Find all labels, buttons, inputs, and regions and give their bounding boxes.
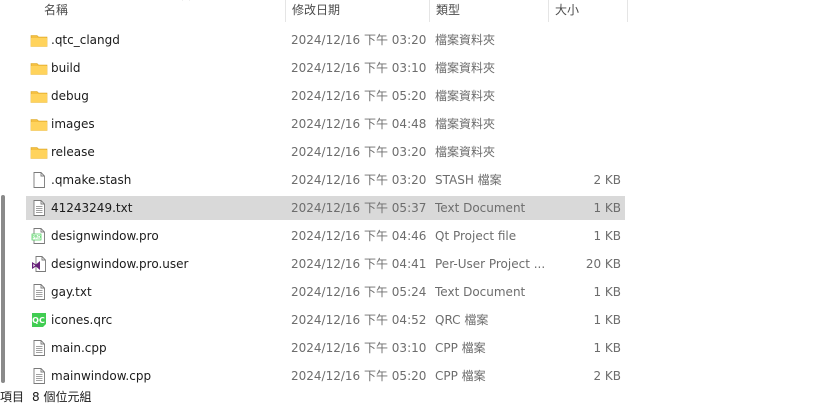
file-date-modified: 2024/12/16 下午 04:41 [291, 257, 427, 271]
file-size: 1 KB [593, 341, 621, 355]
text-file-icon [30, 339, 48, 357]
file-date-modified: 2024/12/16 下午 05:37 [291, 201, 427, 215]
file-row[interactable]: main.cpp 2024/12/16 下午 03:10 CPP 檔案 1 KB [26, 336, 625, 360]
file-name: .qtc_clangd [51, 33, 120, 47]
file-row[interactable]: release 2024/12/16 下午 03:20 檔案資料夾 [26, 140, 625, 164]
qt-resource-file-icon: QC [30, 311, 48, 329]
visual-studio-file-icon [30, 255, 48, 273]
folder-icon [30, 143, 48, 161]
file-date-modified: 2024/12/16 下午 03:10 [291, 341, 427, 355]
file-type: Text Document [435, 201, 526, 215]
file-size: 1 KB [593, 285, 621, 299]
file-name: gay.txt [51, 285, 92, 299]
file-type: QRC 檔案 [435, 313, 489, 327]
file-date-modified: 2024/12/16 下午 03:20 [291, 173, 427, 187]
file-date-modified: 2024/12/16 下午 03:20 [291, 145, 427, 159]
file-row[interactable]: .qtc_clangd 2024/12/16 下午 03:20 檔案資料夾 [26, 28, 625, 52]
file-size: 2 KB [593, 369, 621, 383]
file-name: .qmake.stash [51, 173, 132, 187]
text-file-icon [30, 199, 48, 217]
text-file-icon [30, 283, 48, 301]
file-type: CPP 檔案 [435, 341, 486, 355]
file-type: STASH 檔案 [435, 173, 502, 187]
file-name: build [51, 61, 81, 75]
sort-up-icon [182, 0, 190, 1]
file-size: 2 KB [593, 173, 621, 187]
file-type: Per-User Project ... [435, 257, 546, 271]
status-items-label: 項目 [0, 390, 25, 404]
file-type: 檔案資料夾 [435, 89, 496, 103]
file-date-modified: 2024/12/16 下午 03:20 [291, 33, 427, 47]
column-header-bar: 名稱 修改日期 類型 大小 [26, 0, 628, 22]
file-date-modified: 2024/12/16 下午 03:10 [291, 61, 427, 75]
folder-icon [30, 115, 48, 133]
blank-file-icon [30, 171, 48, 189]
svg-text:PRO: PRO [32, 235, 40, 240]
file-date-modified: 2024/12/16 下午 04:48 [291, 117, 427, 131]
file-row[interactable]: build 2024/12/16 下午 03:10 檔案資料夾 [26, 56, 625, 80]
file-row[interactable]: mainwindow.cpp 2024/12/16 下午 05:20 CPP 檔案 2… [26, 364, 625, 388]
folder-icon [30, 31, 48, 49]
file-name: images [51, 117, 95, 131]
file-type: 檔案資料夾 [435, 117, 496, 131]
file-row[interactable]: PRO designwindow.pro 2024/12/16 下午 04:46 Qt… [26, 224, 625, 248]
file-type: 檔案資料夾 [435, 61, 496, 75]
file-row[interactable]: images 2024/12/16 下午 04:48 檔案資料夾 [26, 112, 625, 136]
file-size: 20 KB [585, 257, 621, 271]
file-type: Text Document [435, 285, 526, 299]
file-row[interactable]: designwindow.pro.user 2024/12/16 下午 04:41… [26, 252, 625, 276]
file-name: debug [51, 89, 89, 103]
file-date-modified: 2024/12/16 下午 04:46 [291, 229, 427, 243]
text-file-icon [30, 367, 48, 385]
file-date-modified: 2024/12/16 下午 05:20 [291, 369, 427, 383]
file-row[interactable]: gay.txt 2024/12/16 下午 05:24 Text Document 1… [26, 280, 625, 304]
file-name: mainwindow.cpp [51, 369, 152, 383]
file-type: 檔案資料夾 [435, 33, 496, 47]
column-header-size[interactable]: 大小 [555, 0, 579, 22]
file-name: 41243249.txt [51, 201, 133, 215]
column-divider[interactable] [627, 0, 628, 22]
column-header-type[interactable]: 類型 [436, 0, 460, 22]
column-divider[interactable] [285, 0, 286, 22]
file-date-modified: 2024/12/16 下午 04:52 [291, 313, 427, 327]
file-size: 1 KB [593, 201, 621, 215]
file-row[interactable]: .qmake.stash 2024/12/16 下午 03:20 STASH 檔案 2… [26, 168, 625, 192]
file-name: main.cpp [51, 341, 107, 355]
file-type: 檔案資料夾 [435, 145, 496, 159]
svg-text:QC: QC [32, 316, 45, 325]
file-name: designwindow.pro [51, 229, 159, 243]
file-name: release [51, 145, 95, 159]
file-row[interactable]: 41243249.txt 2024/12/16 下午 05:37 Text Docu… [26, 196, 625, 220]
qt-project-file-icon: PRO [30, 227, 48, 245]
status-selection-size: 8 個位元組 [32, 390, 92, 404]
folder-icon [30, 59, 48, 77]
column-header-name[interactable]: 名稱 [44, 0, 68, 22]
file-date-modified: 2024/12/16 下午 05:20 [291, 89, 427, 103]
file-size: 1 KB [593, 313, 621, 327]
file-date-modified: 2024/12/16 下午 05:24 [291, 285, 427, 299]
file-type: CPP 檔案 [435, 369, 486, 383]
file-name: icones.qrc [51, 313, 113, 327]
file-row[interactable]: QC icones.qrc 2024/12/16 下午 04:52 QRC 檔案 1 K… [26, 308, 625, 332]
column-divider[interactable] [548, 0, 549, 22]
column-header-date[interactable]: 修改日期 [292, 0, 340, 22]
file-size: 1 KB [593, 229, 621, 243]
file-row[interactable]: debug 2024/12/16 下午 05:20 檔案資料夾 [26, 84, 625, 108]
file-type: Qt Project file [435, 229, 517, 243]
status-bar: 項目 8 個位元組 [0, 387, 819, 407]
scrollbar-thumb[interactable] [1, 195, 5, 383]
file-name: designwindow.pro.user [51, 257, 189, 271]
vertical-scrollbar[interactable] [0, 0, 8, 390]
folder-icon [30, 87, 48, 105]
column-divider[interactable] [429, 0, 430, 22]
